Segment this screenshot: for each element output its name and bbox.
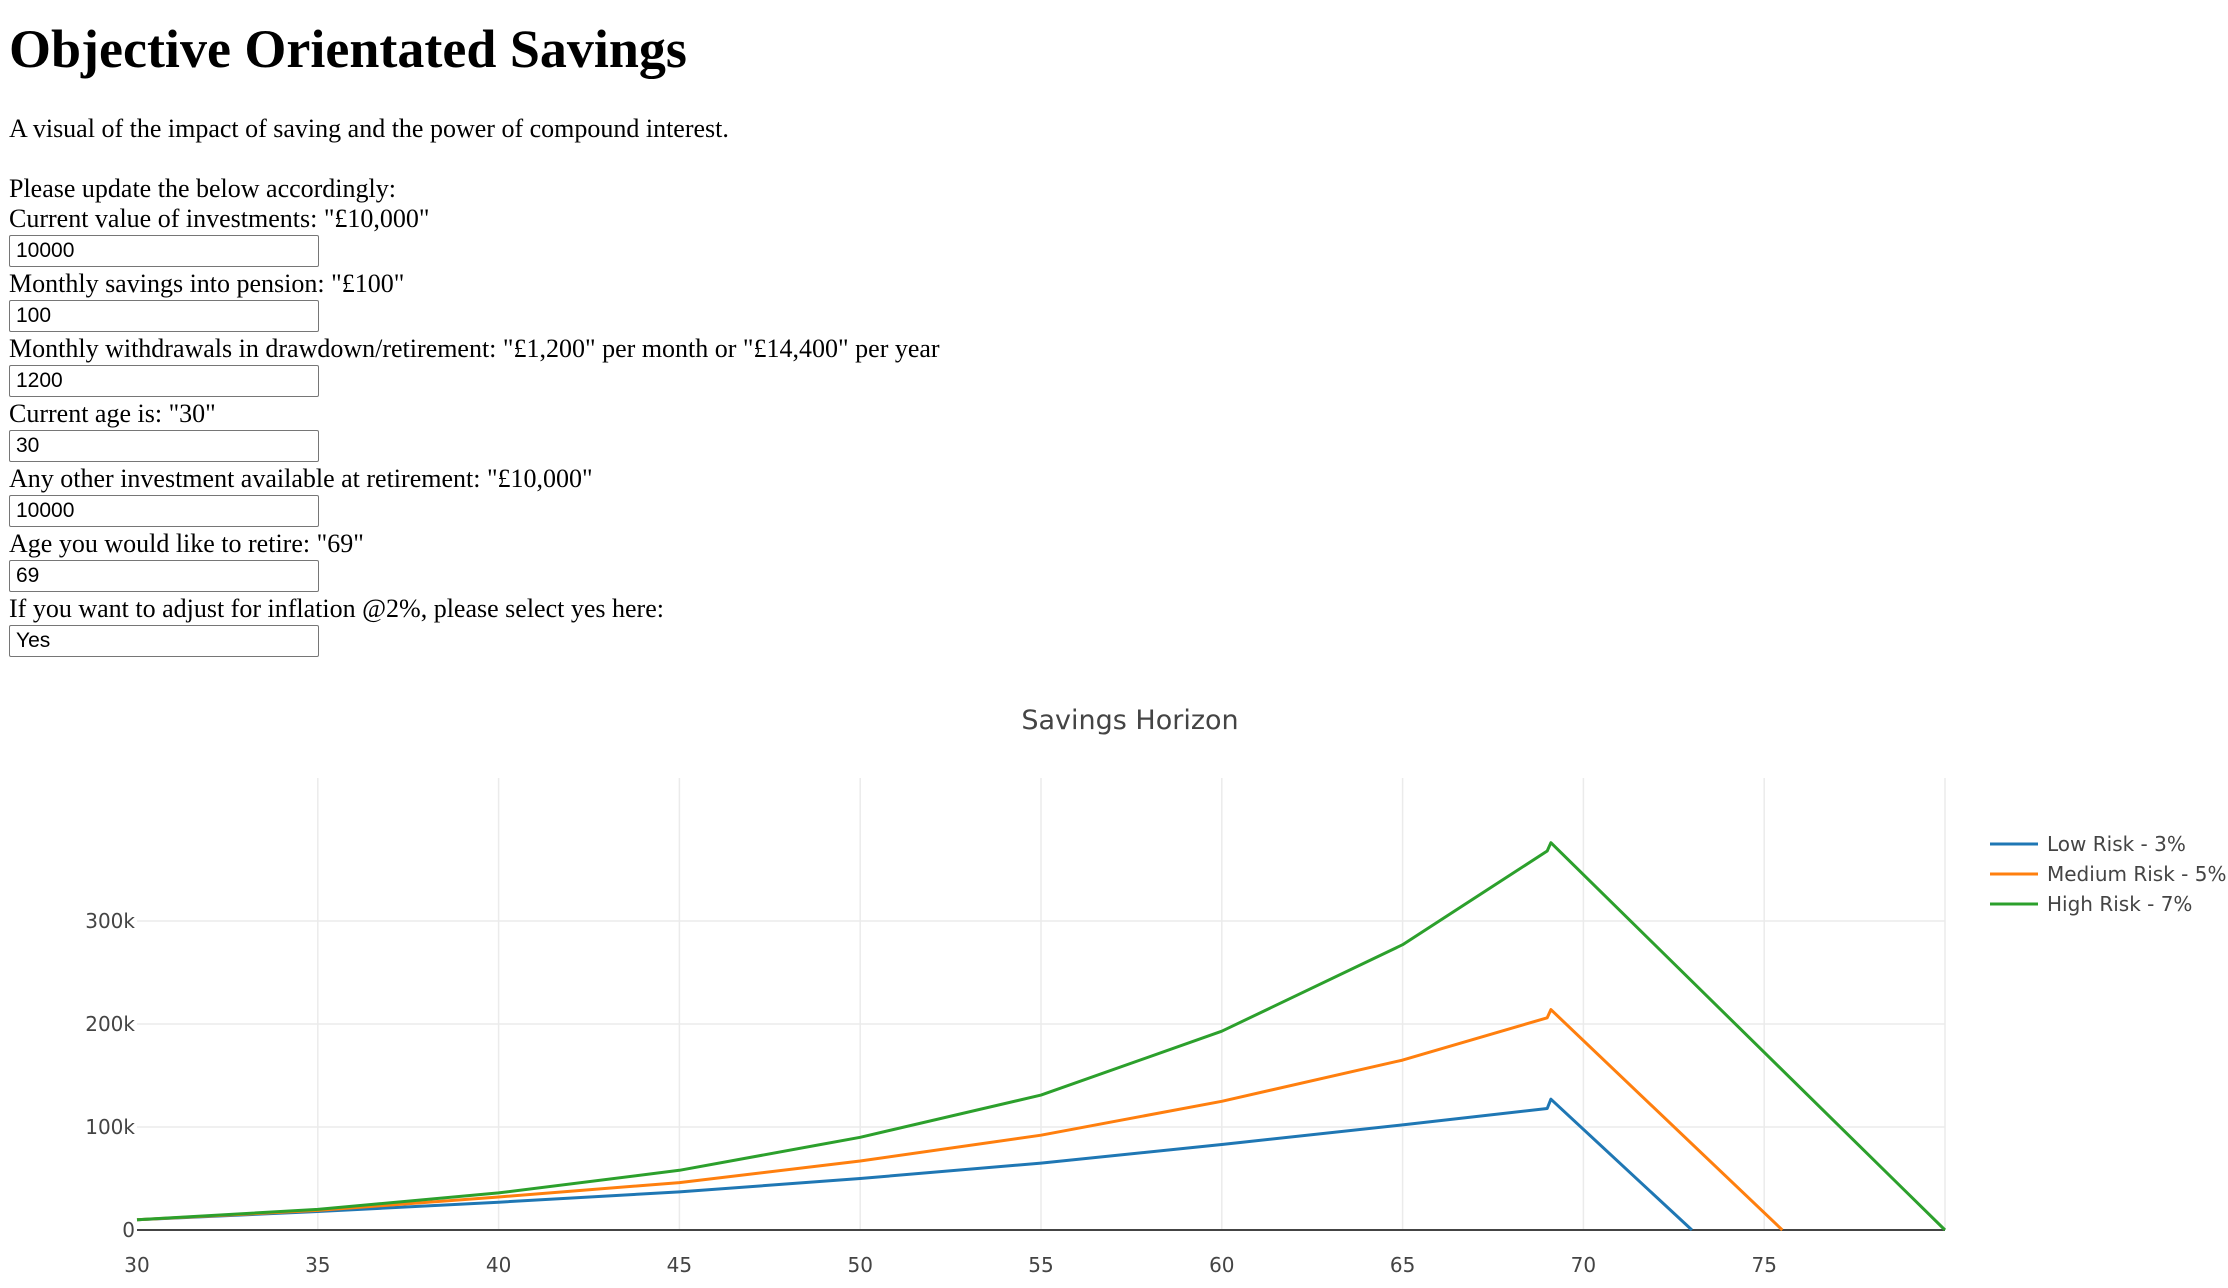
inflation-label: If you want to adjust for inflation @2%,… [9, 594, 664, 623]
x-tick-label: 30 [124, 1253, 149, 1277]
y-tick-label: 300k [85, 909, 135, 933]
monthly-savings-input[interactable] [9, 300, 319, 332]
legend-label: High Risk - 7% [2047, 892, 2192, 916]
current-age-label: Current age is: "30" [9, 399, 216, 428]
x-tick-label: 60 [1209, 1253, 1234, 1277]
legend-label: Medium Risk - 5% [2047, 862, 2226, 886]
legend-item-2[interactable]: High Risk - 7% [1990, 892, 2192, 916]
page-title: Objective Orientated Savings [9, 19, 687, 79]
retire-age-input[interactable] [9, 560, 319, 592]
x-tick-label: 40 [486, 1253, 511, 1277]
chart-title: Savings Horizon [1021, 705, 1238, 736]
current-investments-label: Current value of investments: "£10,000" [9, 204, 430, 233]
x-tick-label: 55 [1028, 1253, 1053, 1277]
series-line-0 [136, 1097, 1693, 1232]
current-age-input[interactable] [9, 430, 319, 462]
series-line-1 [136, 1008, 1784, 1232]
x-tick-label: 50 [847, 1253, 872, 1277]
x-tick-label: 35 [305, 1253, 330, 1277]
intro-text: A visual of the impact of saving and the… [9, 114, 729, 143]
retire-age-label: Age you would like to retire: "69" [9, 529, 364, 558]
inflation-input[interactable] [9, 625, 319, 657]
savings-horizon-chart: Savings Horizon 30 35 40 45 50 55 60 65 70 75 0 100… [85, 705, 2226, 1277]
legend-item-1[interactable]: Medium Risk - 5% [1990, 862, 2226, 886]
instruction-text: Please update the below accordingly: [9, 174, 396, 203]
monthly-withdrawals-input[interactable] [9, 365, 319, 397]
y-tick-label: 0 [122, 1218, 135, 1242]
x-tick-label: 45 [667, 1253, 692, 1277]
legend-label: Low Risk - 3% [2047, 832, 2186, 856]
monthly-savings-label: Monthly savings into pension: "£100" [9, 269, 405, 298]
monthly-withdrawals-label: Monthly withdrawals in drawdown/retireme… [9, 334, 940, 363]
x-tick-label: 75 [1751, 1253, 1776, 1277]
other-investment-label: Any other investment available at retire… [9, 464, 593, 493]
y-tick-label: 100k [85, 1115, 135, 1139]
x-tick-label: 70 [1571, 1253, 1596, 1277]
y-tick-label: 200k [85, 1012, 135, 1036]
chart-axes: 30 35 40 45 50 55 60 65 70 75 0 100k 200k 300k [85, 909, 1945, 1277]
chart-legend[interactable]: Low Risk - 3% Medium Risk - 5% High Risk -… [1990, 832, 2226, 916]
legend-item-0[interactable]: Low Risk - 3% [1990, 832, 2186, 856]
current-investments-input[interactable] [9, 235, 319, 267]
x-tick-label: 65 [1390, 1253, 1415, 1277]
other-investment-input[interactable] [9, 495, 319, 527]
